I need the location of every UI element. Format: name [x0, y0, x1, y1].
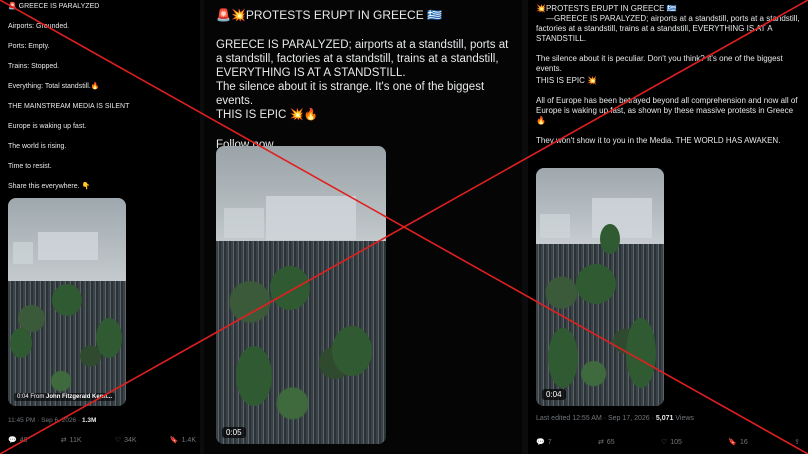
post-line: Ports: Empty. — [8, 43, 50, 50]
view-count: 5,071 — [655, 415, 674, 422]
video-duration: 0:04 — [542, 389, 566, 400]
repost-icon: ⇄ — [60, 437, 67, 444]
post-text: 🚨💥PROTESTS ERUPT IN GREECE 🇬🇷 GREECE IS … — [216, 8, 516, 152]
post-timestamp[interactable]: Last edited 12:55 AM · Sep 17, 2026 · — [536, 415, 654, 422]
reply-count: 48 — [19, 436, 28, 444]
post-panel-center: 🚨💥PROTESTS ERUPT IN GREECE 🇬🇷 GREECE IS … — [204, 0, 522, 454]
post-panel-right: 💥PROTESTS ERUPT IN GREECE 🇬🇷 —GREECE IS … — [528, 0, 808, 454]
like-button[interactable]: ♡ 105 — [660, 438, 682, 447]
video-player[interactable]: 0:04 From John Fitzgerald Kenn... — [8, 198, 126, 406]
repost-icon: ⇄ — [597, 439, 604, 446]
post-title: 💥PROTESTS ERUPT IN GREECE 🇬🇷 — [536, 4, 677, 13]
heart-icon: ♡ — [660, 439, 668, 446]
post-body: GREECE IS PARALYZED; airports at a stand… — [216, 39, 509, 79]
post-line: 🚨 GREECE IS PARALYZED — [8, 3, 100, 10]
post-paragraph: THIS IS EPIC 💥 — [536, 76, 598, 85]
post-line: Airports: Grounded. — [8, 23, 70, 30]
share-button[interactable]: ⇪ — [794, 438, 800, 446]
video-player[interactable]: 0:04 — [536, 168, 664, 406]
post-title: 🚨💥PROTESTS ERUPT IN GREECE 🇬🇷 — [216, 8, 442, 22]
post-line: Share this everywhere. 👇 — [8, 183, 91, 190]
video-player[interactable]: 0:05 — [216, 146, 386, 444]
post-paragraph: All of Europe has been betrayed beyond a… — [536, 96, 798, 125]
reply-button[interactable]: 💬 48 — [8, 436, 28, 445]
views-label: Views — [675, 415, 694, 422]
reply-button[interactable]: 💬 7 — [536, 438, 552, 447]
post-paragraph: The silence about it is peculiar. Don't … — [536, 54, 783, 73]
post-line: THIS IS EPIC 💥🔥 — [216, 109, 319, 121]
bookmark-button[interactable]: 🔖 1.4K — [169, 436, 196, 445]
post-line: Time to resist. — [8, 163, 52, 170]
video-duration: 0:05 — [222, 427, 246, 438]
reply-count: 7 — [547, 438, 552, 446]
post-panel-left: 🚨 GREECE IS PARALYZED Airports: Grounded… — [0, 0, 200, 454]
repost-count: 11K — [69, 436, 82, 444]
bookmark-icon: 🔖 — [169, 437, 179, 444]
reply-icon: 💬 — [8, 437, 17, 444]
share-icon: ⇪ — [794, 439, 800, 446]
like-button[interactable]: ♡ 34K — [114, 436, 137, 445]
post-body: —GREECE IS PARALYZED; airports at a stan… — [536, 14, 800, 43]
bookmark-count: 16 — [739, 438, 748, 446]
like-count: 34K — [124, 436, 137, 444]
post-line: The world is rising. — [8, 143, 67, 150]
bookmark-count: 1.4K — [181, 436, 196, 444]
post-text: 💥PROTESTS ERUPT IN GREECE 🇬🇷 —GREECE IS … — [536, 4, 801, 146]
repost-count: 65 — [606, 438, 615, 446]
post-meta: Last edited 12:55 AM · Sep 17, 2026 · 5,… — [536, 415, 694, 422]
post-line: Everything: Total standstill.🔥 — [8, 83, 100, 90]
video-source[interactable]: John Fitzgerald Kenn... — [46, 394, 112, 400]
repost-button[interactable]: ⇄ 11K — [60, 436, 82, 445]
reply-icon: 💬 — [536, 439, 545, 446]
video-from-label: From — [30, 394, 45, 400]
video-duration: 0:04 — [17, 394, 29, 400]
video-overlay-info: 0:04 From John Fitzgerald Kenn... — [14, 393, 116, 401]
post-timestamp[interactable]: 11:45 PM · Sep 6, 2026 · — [8, 417, 80, 424]
heart-icon: ♡ — [114, 437, 122, 444]
bookmark-button[interactable]: 🔖 16 — [728, 438, 748, 447]
action-bar: 💬 48 ⇄ 11K ♡ 34K 🔖 1.4K — [8, 436, 196, 445]
repost-button[interactable]: ⇄ 65 — [597, 438, 615, 447]
action-bar: 💬 7 ⇄ 65 ♡ 105 🔖 16 ⇪ — [536, 438, 800, 447]
post-paragraph: They won't show it to you in the Media. … — [536, 136, 781, 145]
post-meta: 11:45 PM · Sep 6, 2026 · 1.3M — [8, 417, 96, 424]
post-line: THE MAINSTREAM MEDIA IS SILENT — [8, 103, 130, 110]
post-line: Trains: Stopped. — [8, 63, 60, 70]
like-count: 105 — [670, 438, 682, 446]
post-line: The silence about it is strange. It's on… — [216, 81, 485, 107]
view-count: 1.3M — [81, 417, 97, 424]
bookmark-icon: 🔖 — [728, 439, 737, 446]
post-line: Europe is waking up fast. — [8, 123, 87, 130]
